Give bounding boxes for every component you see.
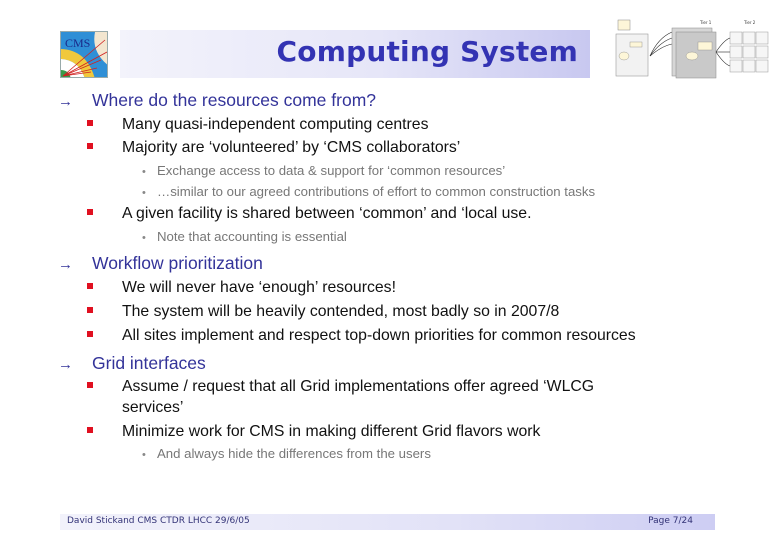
dot-bullet-icon: • bbox=[142, 187, 146, 199]
dot-bullet-icon: • bbox=[142, 232, 146, 244]
footer-author: David Stickand CMS CTDR LHCC 29/6/05 bbox=[67, 516, 250, 526]
square-bullet-icon bbox=[87, 426, 93, 433]
slide-title: Computing System bbox=[276, 35, 578, 68]
cms-logo-icon: CMS bbox=[60, 31, 108, 78]
section-heading: → Grid interfaces bbox=[58, 353, 206, 373]
bullet-item: All sites implement and respect top-down… bbox=[87, 327, 636, 345]
bullet-item: We will never have ‘enough’ resources! bbox=[87, 279, 396, 297]
sub-bullet-item: • Exchange access to data & support for ‘… bbox=[142, 163, 506, 178]
section-heading: → Where do the resources come from? bbox=[58, 90, 377, 110]
bullet-item: Majority are ‘volunteered’ by ‘CMS colla… bbox=[87, 139, 460, 157]
square-bullet-icon bbox=[87, 381, 93, 388]
square-bullet-icon bbox=[87, 208, 93, 215]
square-bullet-icon bbox=[87, 330, 93, 337]
section-heading: → Workflow prioritization bbox=[58, 253, 263, 273]
tier-architecture-diagram-icon: Tier 1 Tier 2 bbox=[612, 16, 770, 80]
slide-footer: David Stickand CMS CTDR LHCC 29/6/05 Pag… bbox=[60, 514, 715, 530]
square-bullet-icon bbox=[87, 119, 93, 126]
svg-text:Tier 1: Tier 1 bbox=[699, 20, 712, 25]
arrow-right-icon: → bbox=[58, 256, 73, 273]
square-bullet-icon bbox=[87, 142, 93, 149]
svg-text:CMS: CMS bbox=[65, 36, 90, 50]
square-bullet-icon bbox=[87, 306, 93, 313]
dot-bullet-icon: • bbox=[142, 166, 146, 178]
page-number: Page 7/24 bbox=[648, 516, 693, 526]
bullet-item: Many quasi-independent computing centres bbox=[87, 116, 428, 134]
sub-bullet-item: • And always hide the differences from th… bbox=[142, 446, 431, 461]
bullet-item: The system will be heavily contended, mo… bbox=[87, 303, 559, 321]
square-bullet-icon bbox=[87, 282, 93, 289]
bullet-item: Assume / request that all Grid implement… bbox=[87, 378, 594, 396]
bullet-item: A given facility is shared between ‘comm… bbox=[87, 205, 531, 223]
arrow-right-icon: → bbox=[58, 356, 73, 373]
arrow-right-icon: → bbox=[58, 93, 73, 110]
sub-bullet-item: • Note that accounting is essential bbox=[142, 229, 347, 244]
sub-bullet-item: • …similar to our agreed contributions of… bbox=[142, 184, 596, 199]
svg-text:Tier 2: Tier 2 bbox=[743, 20, 756, 25]
bullet-item: Minimize work for CMS in making differen… bbox=[87, 423, 540, 441]
dot-bullet-icon: • bbox=[142, 449, 146, 461]
title-band: Computing System bbox=[120, 30, 590, 78]
